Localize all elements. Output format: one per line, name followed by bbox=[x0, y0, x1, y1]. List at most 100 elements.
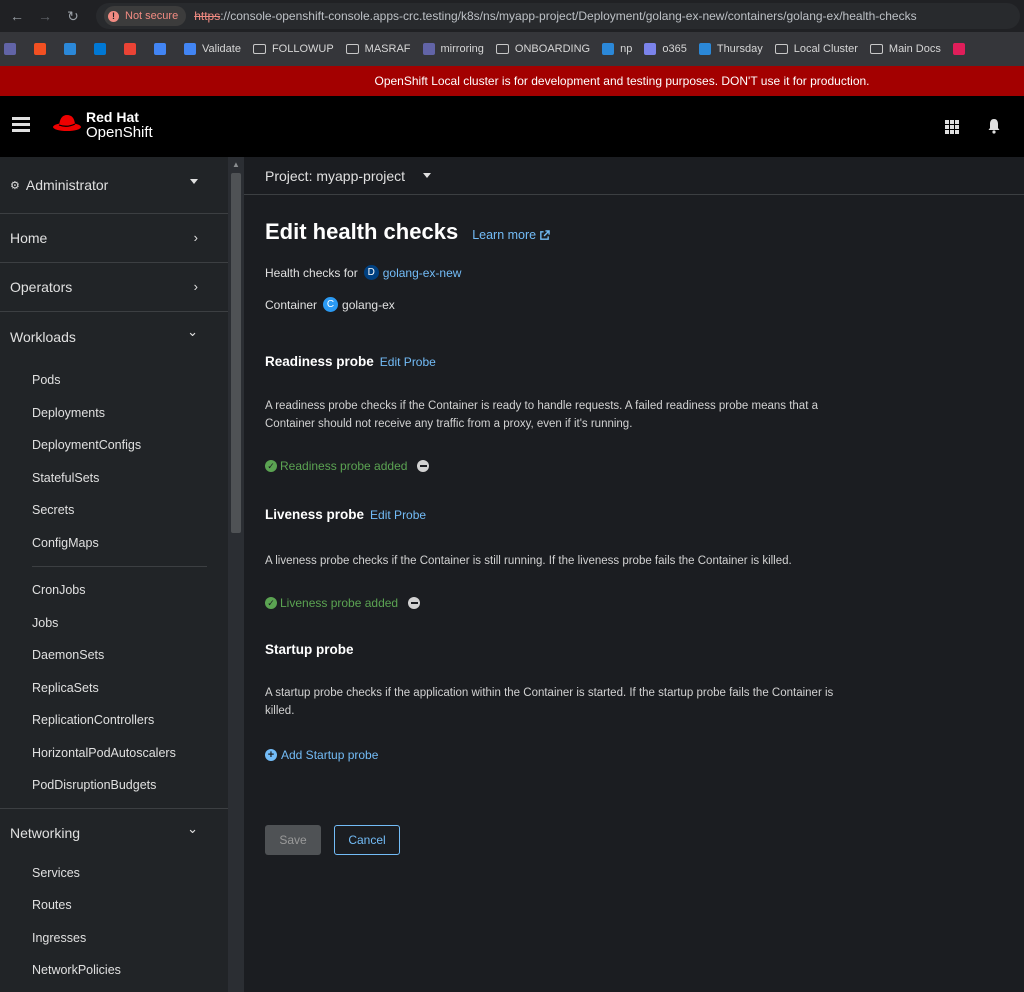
sidebar-section-operators[interactable]: Operators › bbox=[0, 263, 228, 312]
reload-icon[interactable]: ↻ bbox=[62, 5, 84, 27]
sidebar-item-configmaps[interactable]: ConfigMaps bbox=[0, 527, 228, 560]
caret-down-icon bbox=[423, 173, 432, 178]
bookmark-validate[interactable]: Validate bbox=[184, 43, 241, 55]
form-actions: Save Cancel bbox=[265, 825, 1024, 855]
workloads-divider bbox=[32, 566, 207, 567]
windows-icon bbox=[34, 43, 46, 55]
app-launcher-icon[interactable] bbox=[945, 120, 959, 134]
sidebar-item-horizontalpodautoscalers[interactable]: HorizontalPodAutoscalers bbox=[0, 737, 228, 770]
sidebar-scrollbar[interactable]: ▲ bbox=[228, 157, 244, 992]
notification-bell-icon[interactable] bbox=[986, 118, 1002, 134]
cogs-icon: ⚙ bbox=[10, 179, 20, 192]
project-selector[interactable]: Project: myapp-project bbox=[244, 157, 1024, 195]
brand-line-1: Red Hat bbox=[86, 109, 139, 125]
bookmark-local-cluster[interactable]: Local Cluster bbox=[774, 43, 858, 55]
bookmark-o365[interactable]: o365 bbox=[644, 43, 687, 55]
save-button[interactable]: Save bbox=[265, 825, 321, 855]
sidebar-item-deployments[interactable]: Deployments bbox=[0, 397, 228, 430]
sidebar-item-statefulsets[interactable]: StatefulSets bbox=[0, 462, 228, 495]
chevron-right-icon: › bbox=[193, 279, 198, 294]
check-circle-icon: ✓ bbox=[265, 460, 277, 472]
page-title: Edit health checks bbox=[265, 219, 459, 244]
outlook-icon bbox=[94, 43, 106, 55]
calendar-icon bbox=[154, 43, 166, 55]
remove-liveness-probe-icon[interactable] bbox=[408, 597, 421, 609]
sidebar-item-ingresses[interactable]: Ingresses bbox=[0, 922, 228, 955]
banner-text: OpenShift Local cluster is for developme… bbox=[374, 74, 870, 88]
bookmark-onboarding[interactable]: ONBOARDING bbox=[495, 43, 590, 55]
bookmark-thursday[interactable]: Thursday bbox=[698, 43, 763, 55]
teams-icon bbox=[4, 43, 16, 55]
folder-icon bbox=[252, 44, 266, 54]
bookmark-mirroring[interactable]: mirroring bbox=[422, 43, 484, 55]
bookmark-np[interactable]: np bbox=[602, 43, 632, 55]
redhat-hat-icon bbox=[53, 115, 81, 131]
folder-icon bbox=[774, 44, 788, 54]
sidebar-item-networkpolicies[interactable]: NetworkPolicies bbox=[0, 954, 228, 987]
scroll-up-arrow-icon[interactable]: ▲ bbox=[232, 160, 240, 169]
edit-liveness-probe-link[interactable]: Edit Probe bbox=[370, 508, 426, 522]
bookmark-followup[interactable]: FOLLOWUP bbox=[252, 43, 334, 55]
cancel-button[interactable]: Cancel bbox=[334, 825, 400, 855]
readiness-probe-description: A readiness probe checks if the Containe… bbox=[265, 400, 818, 430]
sidebar-item-poddisruptionbudgets[interactable]: PodDisruptionBudgets bbox=[0, 769, 228, 802]
liveness-probe-heading: Liveness probe Edit Probe bbox=[265, 507, 427, 522]
liveness-probe-description: A liveness probe checks if the Container… bbox=[265, 555, 792, 567]
folder-icon bbox=[869, 44, 883, 54]
container-name: golang-ex bbox=[342, 297, 395, 312]
sidebar-item-jobs[interactable]: Jobs bbox=[0, 607, 228, 640]
url-field[interactable]: ! Not secure https://console-openshift-c… bbox=[96, 3, 1020, 29]
bookmark-calendar[interactable] bbox=[154, 43, 172, 55]
folder-icon bbox=[345, 44, 359, 54]
back-icon[interactable]: ← bbox=[6, 5, 28, 27]
bookmark-windows[interactable] bbox=[34, 43, 52, 55]
sidebar-section-home[interactable]: Home › bbox=[0, 214, 228, 263]
container-row: Container C golang-ex bbox=[265, 297, 395, 312]
remove-readiness-probe-icon[interactable] bbox=[417, 460, 430, 472]
sidebar-item-daemonsets[interactable]: DaemonSets bbox=[0, 639, 228, 672]
readiness-probe-heading: Readiness probe Edit Probe bbox=[265, 354, 436, 369]
main-content: Project: myapp-project Edit health check… bbox=[244, 157, 1024, 992]
folder-icon bbox=[495, 44, 509, 54]
container-badge: C bbox=[323, 297, 339, 312]
bookmark-gmail[interactable] bbox=[124, 43, 142, 55]
bookmark-outlook[interactable] bbox=[94, 43, 112, 55]
scrollbar-thumb[interactable] bbox=[231, 173, 241, 533]
deployment-link[interactable]: golang-ex-new bbox=[383, 266, 462, 280]
perspective-switcher[interactable]: ⚙ Administrator bbox=[0, 157, 228, 214]
sidebar-item-secrets[interactable]: Secrets bbox=[0, 494, 228, 527]
deployment-badge: D bbox=[363, 265, 379, 280]
bookmark-main-docs[interactable]: Main Docs bbox=[869, 43, 941, 55]
external-link-icon bbox=[540, 229, 550, 240]
startup-probe-heading: Startup probe bbox=[265, 642, 354, 657]
bookmark-teams[interactable] bbox=[4, 43, 22, 55]
bookmark-app[interactable] bbox=[64, 43, 82, 55]
bookmark-slack[interactable] bbox=[952, 43, 971, 55]
sidebar-item-services[interactable]: Services bbox=[0, 857, 228, 890]
diamond-icon bbox=[184, 43, 196, 55]
sidebar-item-cronjobs[interactable]: CronJobs bbox=[0, 574, 228, 607]
cloud-icon bbox=[698, 43, 711, 55]
sidebar-item-deploymentconfigs[interactable]: DeploymentConfigs bbox=[0, 429, 228, 462]
plus-circle-icon: + bbox=[265, 749, 277, 761]
learn-more-link[interactable]: Learn more bbox=[472, 228, 550, 242]
redhat-openshift-logo[interactable]: Red Hat OpenShift bbox=[52, 110, 153, 140]
forward-icon[interactable]: → bbox=[34, 5, 56, 27]
sidebar-section-workloads[interactable]: Workloads ⌄ bbox=[0, 312, 228, 361]
sidebar-item-routes[interactable]: Routes bbox=[0, 889, 228, 922]
sidebar-item-pods[interactable]: Pods bbox=[0, 364, 228, 397]
sidebar-item-replicationcontrollers[interactable]: ReplicationControllers bbox=[0, 704, 228, 737]
chevron-down-icon: ⌄ bbox=[187, 324, 198, 339]
not-secure-badge[interactable]: ! Not secure bbox=[104, 6, 187, 26]
sidebar-item-replicasets[interactable]: ReplicaSets bbox=[0, 672, 228, 705]
slack-icon bbox=[952, 43, 965, 55]
sidebar-section-networking[interactable]: Networking ⌄ bbox=[0, 807, 228, 857]
teams-icon bbox=[422, 43, 435, 55]
hamburger-menu-icon[interactable] bbox=[12, 117, 30, 133]
url-text: https://console-openshift-console.apps-c… bbox=[194, 9, 917, 23]
cluster-banner: OpenShift Local cluster is for developme… bbox=[0, 66, 1024, 96]
chevron-down-icon: ⌄ bbox=[187, 820, 198, 836]
edit-readiness-probe-link[interactable]: Edit Probe bbox=[380, 355, 436, 369]
add-startup-probe-link[interactable]: + Add Startup probe bbox=[265, 748, 1024, 762]
bookmark-masraf[interactable]: MASRAF bbox=[345, 43, 411, 55]
